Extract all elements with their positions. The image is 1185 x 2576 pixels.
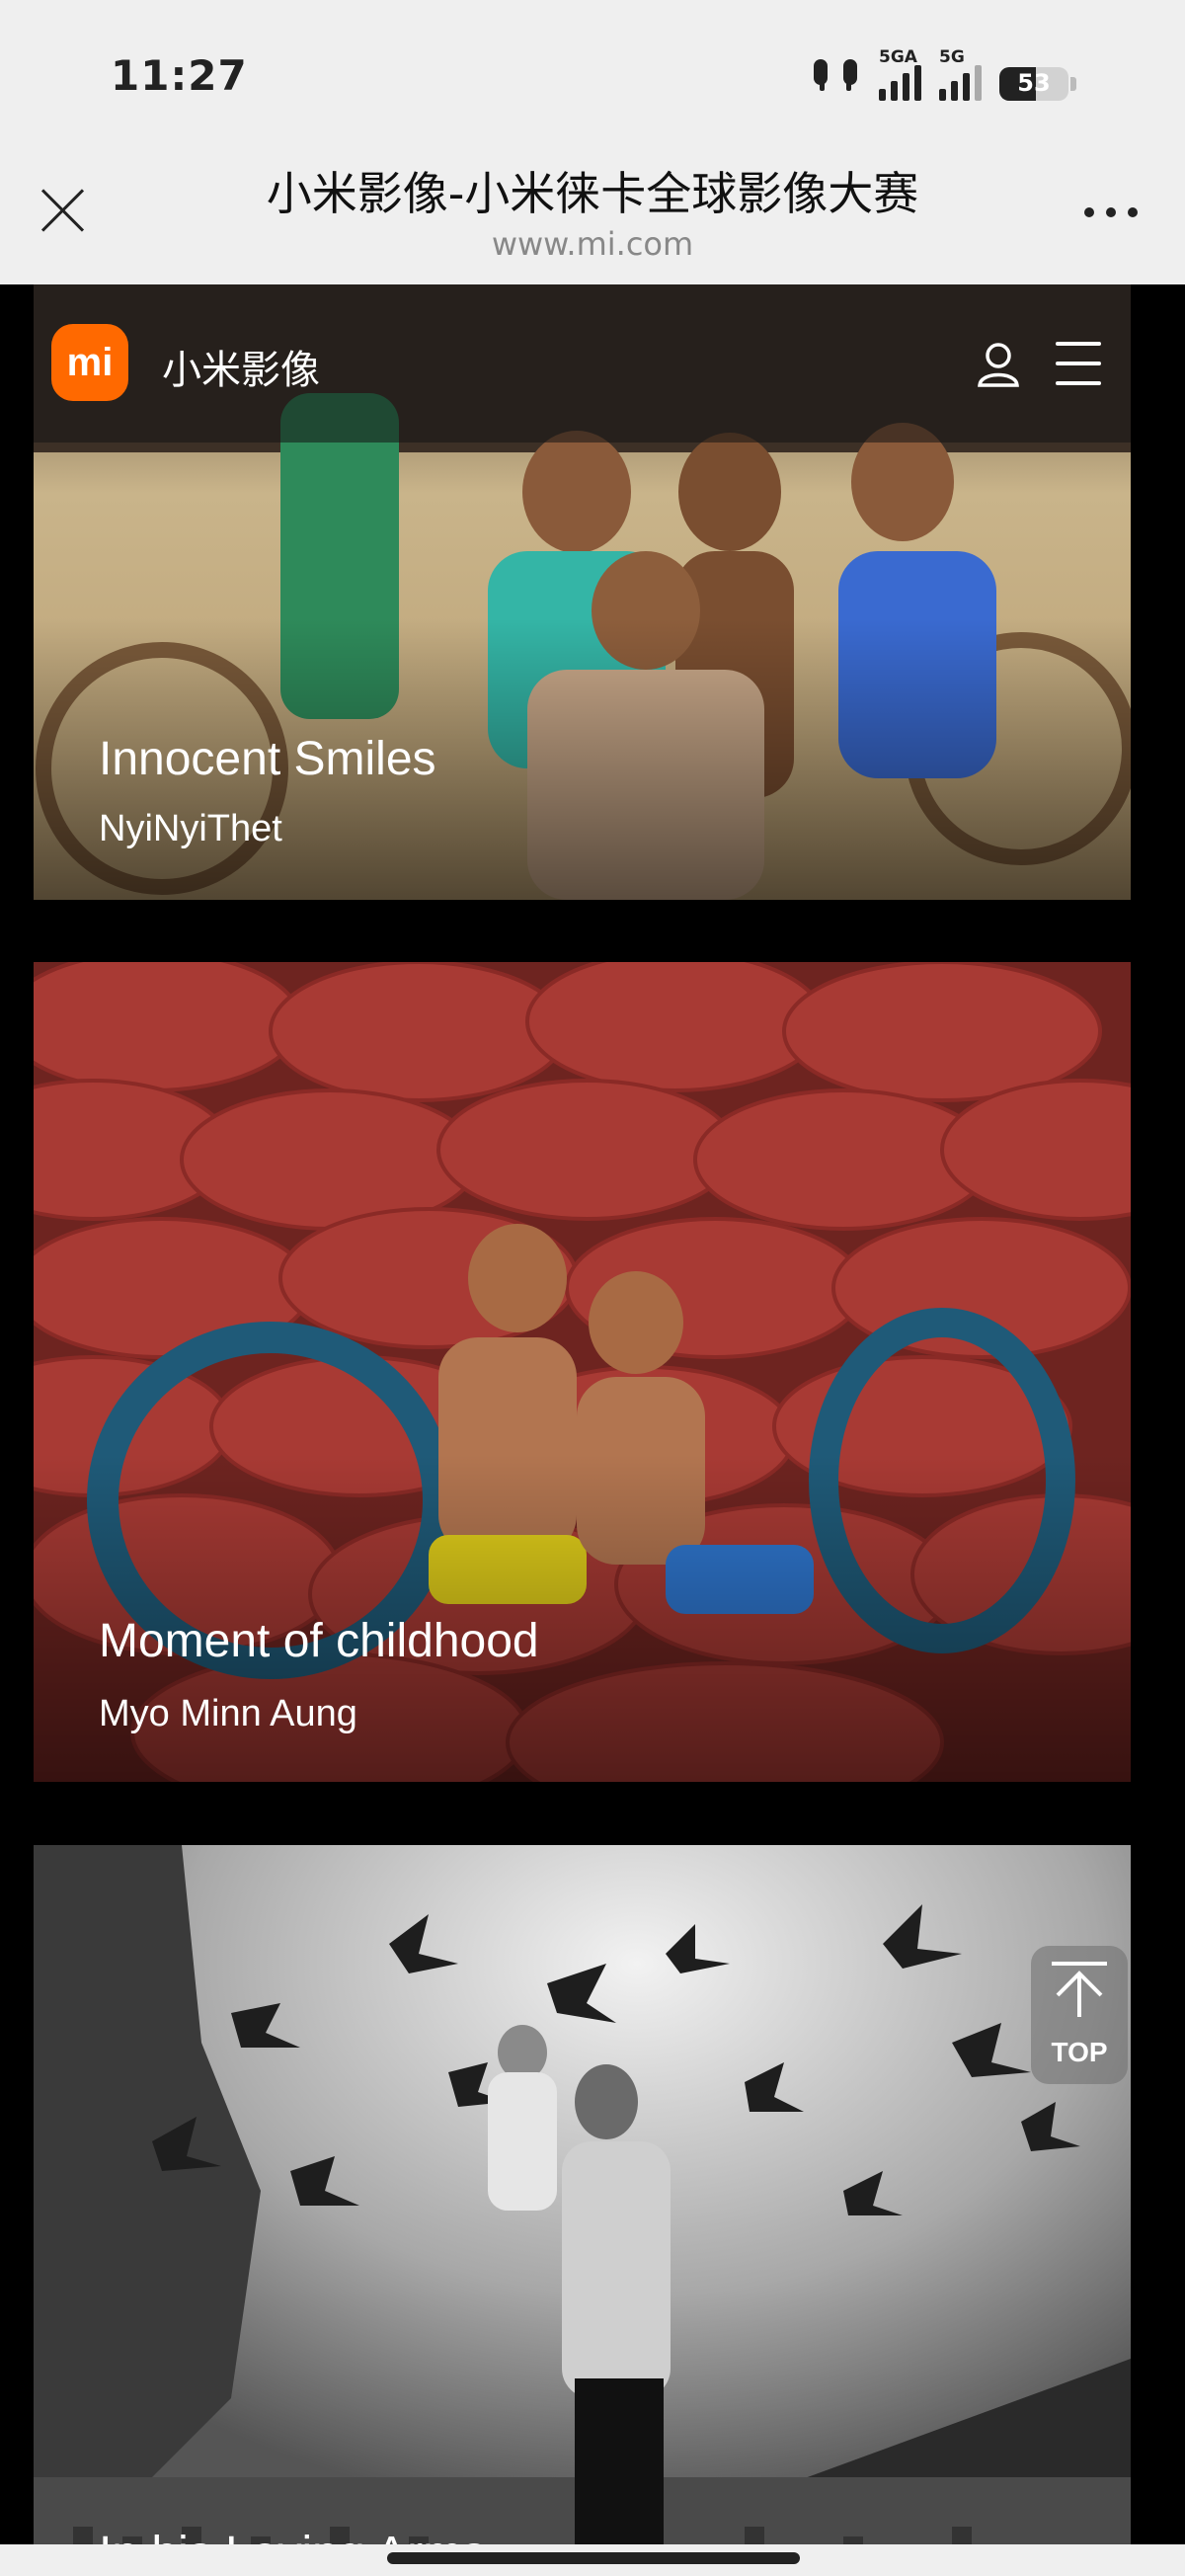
page-title: 小米影像-小米徕卡全球影像大赛 (266, 167, 919, 220)
battery-icon: 53 (999, 67, 1068, 101)
photo-title[interactable]: Innocent Smiles (99, 732, 436, 786)
home-indicator[interactable] (387, 2552, 800, 2564)
photo-title[interactable]: In his Loving Arms (99, 2527, 486, 2544)
xiaomi-logo[interactable]: mi (51, 324, 128, 401)
photo-image (34, 1845, 1131, 2544)
gallery-content[interactable]: Innocent Smiles NyiNyiThet Moment of chi… (0, 284, 1185, 2544)
back-to-top-label: TOP (1051, 2037, 1108, 2067)
arrow-up-icon (1052, 1962, 1107, 2017)
back-to-top-button[interactable]: TOP (1031, 1946, 1128, 2084)
status-bar: 11:27 5GA 5G 53 (0, 0, 1185, 138)
photo-author[interactable]: Myo Minn Aung (99, 1693, 357, 1735)
brand-name[interactable]: 小米影像 (162, 338, 320, 395)
earbuds-icon (810, 53, 861, 101)
photo-card[interactable]: Moment of childhood Myo Minn Aung (34, 962, 1131, 1782)
user-icon[interactable] (977, 342, 1020, 387)
more-options-icon[interactable] (1084, 207, 1138, 217)
clock: 11:27 (111, 51, 248, 100)
photo-card[interactable]: In his Loving Arms (34, 1845, 1131, 2544)
page-url: www.mi.com (491, 225, 694, 263)
signal-5g-icon: 5G (939, 47, 982, 101)
signal-5ga-icon: 5GA (879, 47, 921, 101)
photo-author[interactable]: NyiNyiThet (99, 808, 282, 850)
gesture-bar (0, 2544, 1185, 2576)
browser-title-bar: 小米影像-小米徕卡全球影像大赛 www.mi.com (0, 138, 1185, 284)
menu-icon[interactable] (1056, 342, 1101, 385)
photo-title[interactable]: Moment of childhood (99, 1614, 539, 1668)
status-icons: 5GA 5G 53 (810, 47, 1076, 101)
site-header: mi 小米影像 (34, 284, 1131, 443)
